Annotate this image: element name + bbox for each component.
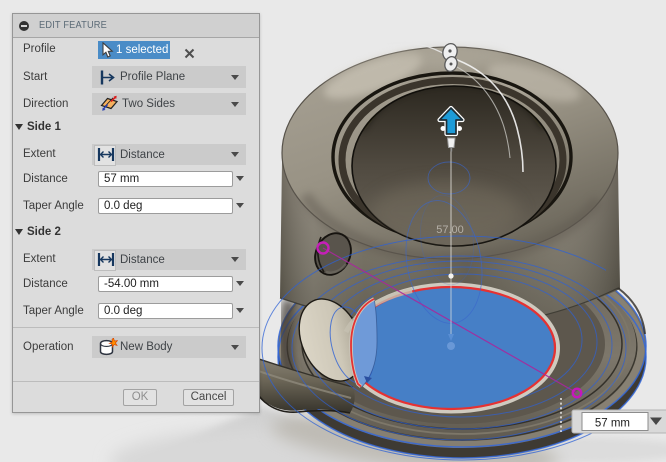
svg-text:57 mm: 57 mm: [595, 418, 630, 430]
svg-text:57.00: 57.00: [436, 224, 464, 236]
